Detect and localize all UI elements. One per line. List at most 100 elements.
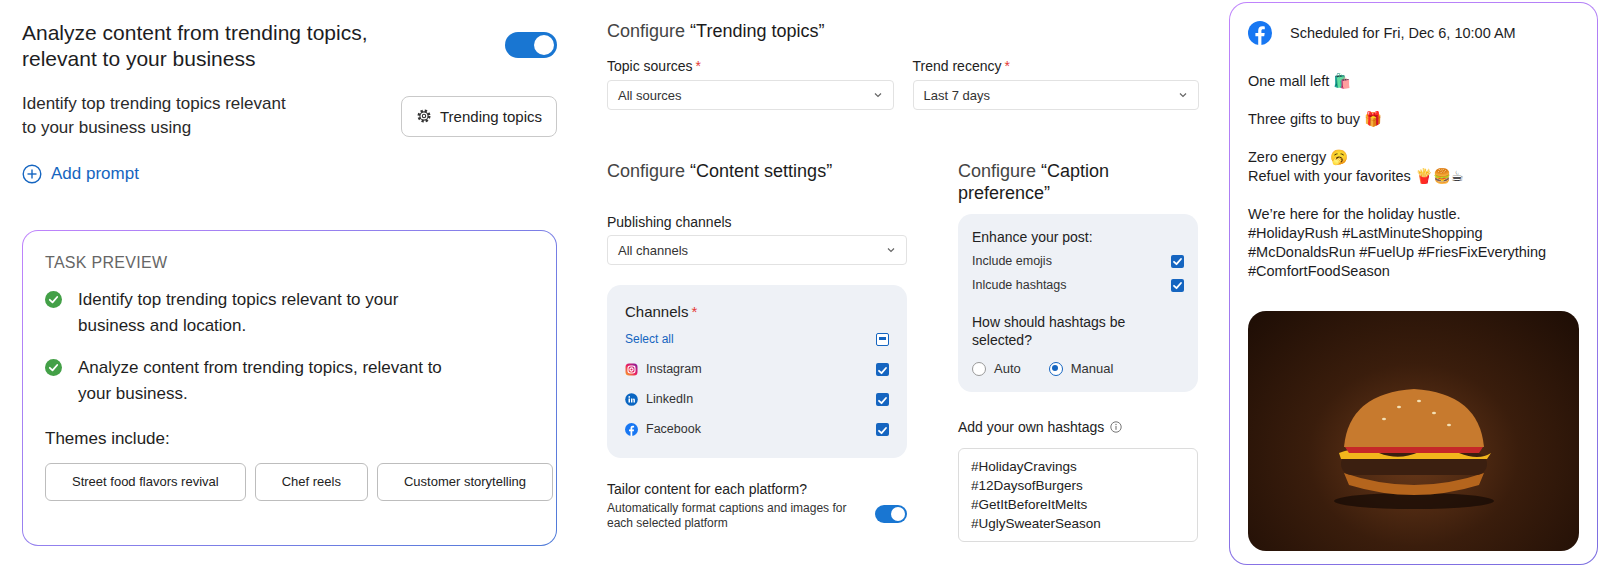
settings-columns: Configure “Content settings”Publishing c… (607, 160, 1199, 542)
checkbox[interactable] (876, 333, 889, 346)
post-line: #McDonaldsRun #FuelUp #FriesFixEverythin… (1248, 243, 1579, 262)
radio-dot (1049, 362, 1063, 376)
check-icon (876, 394, 889, 407)
themes-label: Themes include: (45, 427, 534, 451)
content-settings-title: Configure “Content settings” (607, 160, 907, 206)
radio-label: Auto (994, 361, 1021, 376)
publishing-select[interactable]: All channels (607, 235, 907, 265)
toggle-knob (534, 35, 554, 55)
add-prompt-label: Add prompt (51, 162, 139, 186)
indeterminate-dash (879, 337, 886, 340)
radio-dot (972, 362, 986, 376)
field-label: Topic sources* (607, 58, 894, 74)
select-value: All sources (618, 88, 682, 103)
facebook-icon (1248, 21, 1272, 45)
post-photo (1248, 311, 1579, 551)
post-line: Zero energy 🥱 (1248, 148, 1579, 167)
channel-row[interactable]: LinkedIn (625, 384, 889, 414)
instagram-icon (625, 363, 638, 376)
chevron-down-icon (1178, 90, 1188, 100)
post-paragraph: One mall left 🛍️ (1248, 72, 1579, 91)
hashtag-line: #12DaysofBurgers (971, 476, 1185, 495)
burger-photo-icon (1319, 373, 1509, 513)
add-prompt-button[interactable]: Add prompt (22, 162, 557, 186)
checkbox[interactable] (1171, 255, 1184, 268)
post-line: #ComfortFoodSeason (1248, 262, 1579, 281)
select-all-link[interactable]: Select all (625, 332, 674, 346)
chevron-down-icon (886, 245, 896, 255)
field-select[interactable]: All sources (607, 80, 894, 110)
radio-inner (1052, 365, 1058, 371)
scheduled-post-card: Scheduled for Fri, Dec 6, 10:00 AMOne ma… (1229, 2, 1598, 565)
option-label: Inlcude hashtags (972, 278, 1067, 292)
caption-preference: Configure “Caption preference”Enhance yo… (958, 160, 1198, 542)
channel-row[interactable]: Facebook (625, 414, 889, 444)
channels-label: Channels (625, 303, 688, 320)
channel-name: LinkedIn (646, 392, 693, 406)
radio-label: Manual (1071, 361, 1114, 376)
checkbox[interactable] (876, 393, 889, 406)
check-icon (876, 364, 889, 377)
select-all-row[interactable]: Select all (625, 324, 889, 354)
checkbox[interactable] (876, 363, 889, 376)
linkedin-icon (625, 393, 638, 406)
title-name: “Content settings” (690, 161, 832, 181)
theme-chip[interactable]: Chef reels (255, 463, 368, 501)
own-hashtags-input[interactable]: #HolidayCravings#12DaysofBurgers#GetItBe… (958, 448, 1198, 542)
trending-fields: Topic sources* All sources Trend recency* L… (607, 58, 1199, 110)
intro-panel: Analyze content from trending topics, re… (22, 0, 557, 568)
checkbox[interactable] (876, 423, 889, 436)
subtitle-row: Identify top trending topics relevant to… (22, 92, 557, 140)
post-paragraph: Three gifts to buy 🎁 (1248, 110, 1579, 129)
required-mark: * (696, 58, 701, 74)
field-select[interactable]: Last 7 days (913, 80, 1200, 110)
tailor-label: Tailor content for each platform? (607, 480, 852, 498)
trending-topics-button[interactable]: Trending topics (401, 96, 557, 137)
theme-chip[interactable]: Customer storytelling (377, 463, 553, 501)
channel-row[interactable]: Instagram (625, 354, 889, 384)
tailor-hint: Automatically format captions and images… (607, 501, 852, 531)
tailor-row: Tailor content for each platform? Automat… (607, 480, 907, 531)
channels-heading: Channels* (625, 303, 889, 321)
trending-field: Trend recency* Last 7 days (913, 58, 1200, 110)
channel-label: Facebook (625, 422, 701, 436)
trending-topics-label: Trending topics (440, 108, 542, 125)
hashtag-line: #HolidayCravings (971, 457, 1185, 476)
post-line: Three gifts to buy 🎁 (1248, 110, 1579, 129)
channel-label: LinkedIn (625, 392, 693, 406)
check-circle-icon (45, 359, 62, 376)
toggle-knob (891, 507, 905, 521)
channel-name: Facebook (646, 422, 701, 436)
select-value: Last 7 days (924, 88, 991, 103)
title-row: Analyze content from trending topics, re… (22, 20, 557, 72)
hashtag-mode-radio[interactable]: Auto (972, 361, 1021, 376)
field-label-text: Topic sources (607, 58, 693, 74)
required-mark: * (691, 303, 697, 320)
check-circle-icon (45, 291, 62, 308)
post-caption: One mall left 🛍️ Three gifts to buy 🎁 Zero… (1248, 72, 1579, 281)
title-name: “Trending topics” (690, 21, 824, 41)
theme-chip[interactable]: Street food flavors revival (45, 463, 246, 501)
enhance-option[interactable]: Inlcude hashtags (972, 273, 1184, 297)
post-line: #HolidayRush #LastMinuteShopping (1248, 224, 1579, 243)
info-icon (1110, 421, 1122, 433)
title-prefix: Configure (607, 21, 685, 41)
post-line: Refuel with your favorites 🍟🍔☕ (1248, 167, 1579, 186)
channel-name: Instagram (646, 362, 702, 376)
tailor-toggle[interactable] (875, 505, 907, 523)
enhance-option[interactable]: Include emojis (972, 249, 1184, 273)
task-item-text: Identify top trending topics relevant to… (78, 287, 468, 339)
task-preview-heading: TASK PREVIEW (45, 253, 534, 273)
trending-topics-title: Configure “Trending topics” (607, 20, 1199, 42)
checkbox[interactable] (1171, 279, 1184, 292)
post-line: One mall left 🛍️ (1248, 72, 1579, 91)
feature-title: Analyze content from trending topics, re… (22, 20, 422, 72)
check-icon (1171, 279, 1184, 292)
feature-toggle[interactable] (505, 32, 557, 58)
enhance-label: Enhance your post: (972, 228, 1184, 246)
post-paragraph: We’re here for the holiday hustle.#Holid… (1248, 205, 1579, 281)
field-label: Trend recency* (913, 58, 1200, 74)
hashtag-mode-radio[interactable]: Manual (1049, 361, 1114, 376)
feature-subtitle: Identify top trending topics relevant to… (22, 92, 297, 140)
hashtag-question: How should hashtags be selected? (972, 313, 1184, 349)
